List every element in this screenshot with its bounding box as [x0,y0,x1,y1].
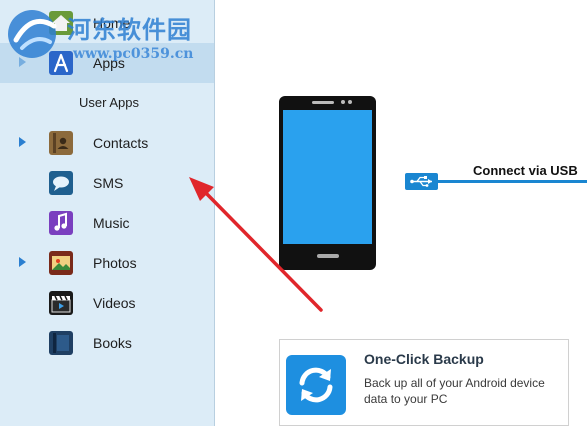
sidebar-item-label: Videos [93,295,136,311]
sidebar-item-user-apps[interactable]: User Apps [0,83,214,123]
sidebar-item-label: Apps [93,55,125,71]
backup-description: Back up all of your Android device data … [364,376,545,406]
expand-arrow-icon[interactable] [19,137,26,147]
video-clapper-icon [49,291,73,315]
sidebar-item-label: SMS [93,175,124,191]
expand-arrow-icon[interactable] [19,57,26,67]
backup-title: One-Click Backup [364,351,484,367]
home-icon [49,11,73,35]
sidebar-item-label: Photos [93,255,137,271]
phone-sensor-dot [341,100,345,104]
sidebar-item-label: Music [93,215,130,231]
sidebar-item-sms[interactable]: SMS [0,163,214,203]
connect-usb-label: Connect via USB [473,163,578,178]
expand-arrow-icon[interactable] [19,257,26,267]
phone-speaker [312,101,334,104]
music-note-icon [49,211,73,235]
phone-sensor-dot [348,100,352,104]
contacts-book-icon [49,131,73,155]
apps-store-icon [49,51,73,75]
sidebar-item-contacts[interactable]: Contacts [0,123,214,163]
photos-icon [49,251,73,275]
one-click-backup-card[interactable]: One-Click Backup Back up all of your And… [279,339,569,426]
sidebar-item-photos[interactable]: Photos [0,243,214,283]
phone-home-button [317,254,339,258]
sidebar-item-videos[interactable]: Videos [0,283,214,323]
backup-sync-icon [286,355,346,415]
sidebar-item-label: Home [93,15,131,31]
sidebar-item-music[interactable]: Music [0,203,214,243]
phone-illustration [279,96,376,270]
sidebar-item-label: Contacts [93,135,149,151]
usb-cable [434,180,587,183]
sidebar-item-books[interactable]: Books [0,323,214,363]
sidebar-subitem-label: User Apps [79,95,139,110]
sidebar-item-label: Books [93,335,132,351]
phone-screen [283,110,372,244]
sidebar-item-apps[interactable]: Apps [0,43,214,83]
sms-chat-icon [49,171,73,195]
book-icon [49,331,73,355]
sidebar-item-home[interactable]: Home [0,3,214,43]
sidebar-nav: Home Apps User Apps Contacts SMS Music P… [0,0,215,426]
